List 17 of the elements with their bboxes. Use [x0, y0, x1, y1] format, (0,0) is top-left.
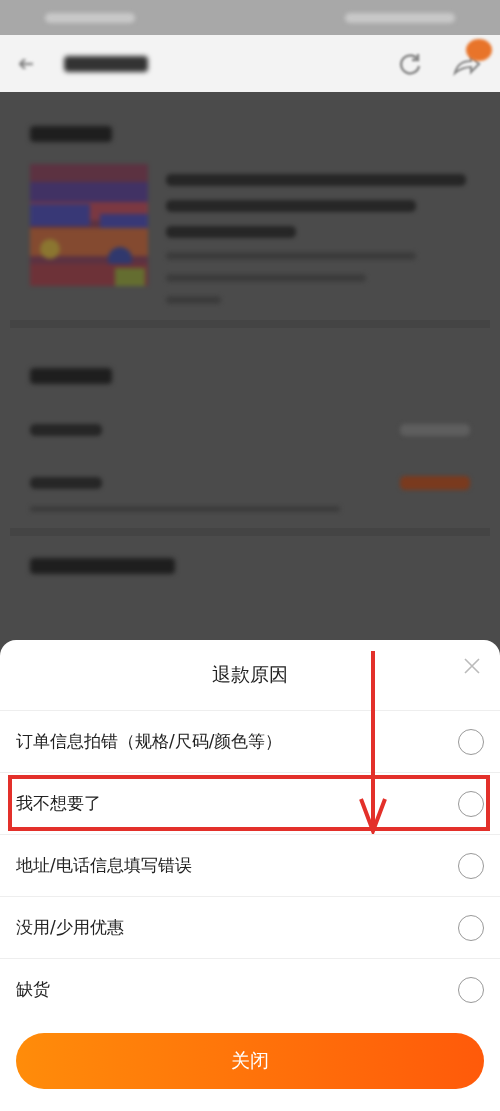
option-label: 地址/电话信息填写错误: [16, 854, 192, 877]
reason-option[interactable]: 订单信息拍错（规格/尺码/颜色等）: [0, 710, 500, 772]
reason-option[interactable]: 没用/少用优惠: [0, 896, 500, 958]
reason-option[interactable]: 我不想要了: [0, 772, 500, 834]
notification-badge: [466, 39, 492, 61]
blurred-price: [400, 476, 470, 490]
reason-option[interactable]: 缺货: [0, 958, 500, 1020]
back-icon[interactable]: [18, 56, 34, 71]
close-icon[interactable]: [464, 658, 480, 674]
blurred-label: [30, 424, 102, 436]
option-label: 缺货: [16, 978, 50, 1001]
option-label: 没用/少用优惠: [16, 916, 124, 939]
option-label: 我不想要了: [16, 792, 101, 815]
sheet-title: 退款原因: [212, 662, 288, 687]
option-label: 订单信息拍错（规格/尺码/颜色等）: [16, 730, 283, 753]
reason-option[interactable]: 地址/电话信息填写错误: [0, 834, 500, 896]
blurred-label: [30, 477, 102, 489]
